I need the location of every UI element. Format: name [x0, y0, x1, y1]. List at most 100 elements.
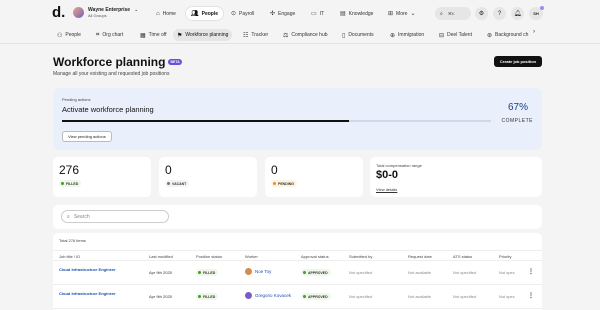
nav-it[interactable]: ▭ IT	[306, 7, 329, 20]
vacant-card[interactable]: 0 VACANT	[159, 157, 257, 197]
worker-link[interactable]: Gregorio Kovacek	[245, 292, 291, 299]
view-details-link[interactable]: View details	[376, 187, 397, 192]
nav-label: Knowledge	[348, 10, 374, 17]
search-icon: ⌕	[440, 10, 443, 17]
nav-more[interactable]: ⊞ More ⌄	[383, 7, 420, 20]
worker-link[interactable]: Noe Toy	[245, 268, 271, 275]
column-header[interactable]: Priority	[499, 254, 511, 259]
nav-label: IT	[319, 10, 325, 17]
column-header[interactable]: Position status	[196, 254, 222, 259]
nav-home[interactable]: ⌂ Home	[151, 7, 181, 20]
tab-label: Deel Talent	[447, 32, 472, 38]
book-icon: ▤	[340, 11, 346, 17]
tab-immigration[interactable]: ⊕ Immigration	[386, 29, 428, 41]
status-dot	[198, 295, 201, 298]
position-status-badge: FILLED	[196, 269, 219, 276]
tab-label: People	[65, 32, 81, 38]
column-header[interactable]: Worker	[245, 254, 258, 259]
top-navigation: d. Wayne Enterprise All Groups ⌄ ⌂ Home …	[0, 0, 600, 27]
create-job-position-button[interactable]: Create job position	[494, 56, 542, 67]
tab-org-chart[interactable]: ⌗ Org chart	[92, 29, 127, 41]
help-icon: ?	[497, 10, 502, 17]
nav-label: People	[201, 10, 219, 17]
progress-fill	[62, 120, 350, 122]
settings-button[interactable]: ⚙	[475, 7, 488, 20]
status-dot	[61, 182, 64, 185]
job-title-link[interactable]: Cloud Infrastructure Engineer	[59, 267, 116, 272]
total-items: Total 276 items	[59, 238, 86, 243]
pending-card[interactable]: 0 PENDING	[265, 157, 363, 197]
tab-documents[interactable]: ▯ Documents	[338, 29, 378, 41]
tab-workforce-planning[interactable]: ⚑ Workforce planning	[173, 29, 233, 41]
notifications-button[interactable]: 🔔︎	[511, 7, 524, 20]
table-header: Job title / ID Last modified Position st…	[53, 250, 542, 261]
search-icon: ⌕	[67, 213, 70, 220]
progress-percent: 67%	[507, 102, 528, 113]
tab-background-checks[interactable]: ⊛ Background ch	[483, 29, 531, 41]
tab-deel-talent[interactable]: ⊟ Deel Talent	[435, 29, 476, 41]
status-dot	[303, 271, 306, 274]
table-row[interactable]: Cloud Infrastructure Engineer Apr 9th 20…	[53, 261, 542, 285]
last-modified: Apr 9th 2025	[149, 270, 172, 275]
more-actions-icon[interactable]: ⋮	[528, 292, 534, 299]
approval-status-badge: APPROVED	[301, 269, 331, 276]
table-row[interactable]: Cloud Infrastructure Engineer Apr 9th 20…	[53, 285, 542, 309]
global-search-button[interactable]: ⌕ ⌘K	[435, 7, 471, 20]
pending-actions-label: Pending actions	[62, 97, 91, 102]
background-check-icon: ⊛	[487, 32, 493, 39]
chevron-right-icon[interactable]: ›	[533, 29, 535, 35]
workforce-icon: ⚑	[177, 32, 183, 39]
tab-label: Org chart	[102, 32, 124, 38]
deel-logo[interactable]: d.	[52, 5, 66, 20]
nav-payroll[interactable]: ⊙ Payroll	[226, 7, 259, 20]
help-button[interactable]: ?	[493, 7, 506, 20]
badge-label: FILLED	[66, 181, 79, 186]
tab-label: Workforce planning	[185, 32, 229, 38]
tab-tracker[interactable]: ☷ Tracker	[239, 29, 272, 41]
column-header[interactable]: Approval status	[301, 254, 329, 259]
page-title-text: Workforce planning	[53, 55, 166, 69]
page-subtitle: Manage all your existing and requested j…	[53, 71, 170, 77]
people-icon: 👥︎	[191, 11, 199, 17]
nav-people[interactable]: 👥︎ People	[186, 7, 224, 20]
column-header[interactable]: Request date	[408, 254, 432, 259]
column-header[interactable]: Job title / ID	[59, 254, 80, 259]
compensation-card: Total compensation range $0-0 View detai…	[370, 157, 542, 197]
column-header[interactable]: Submitted by	[349, 254, 372, 259]
user-avatar[interactable]: SH	[529, 6, 544, 20]
tab-compliance-hub[interactable]: ⚖ Compliance hub	[279, 29, 332, 41]
job-title-link[interactable]: Cloud Infrastructure Engineer	[59, 291, 116, 296]
ats-status: Not specified	[453, 294, 477, 299]
badge-label: FILLED	[203, 294, 216, 299]
pending-actions-banner: Pending actions Activate workforce plann…	[53, 88, 542, 150]
engage-icon: ✣	[270, 11, 276, 17]
tab-label: Documents	[348, 32, 374, 38]
chevron-down-icon: ⌄	[410, 11, 416, 17]
company-group: All Groups	[88, 13, 107, 18]
nav-engage[interactable]: ✣ Engage	[265, 7, 300, 20]
tab-time-off[interactable]: ▦ Time off	[136, 29, 170, 41]
badge-label: PENDING	[278, 181, 294, 186]
priority: Not spec	[499, 270, 515, 275]
page-title: Workforce planning BETA	[53, 55, 182, 69]
more-actions-icon[interactable]: ⋮	[528, 268, 534, 275]
column-header[interactable]: ATS status	[453, 254, 472, 259]
column-header[interactable]: Last modified	[149, 254, 173, 259]
status-dot	[167, 182, 170, 185]
filled-card[interactable]: 276 FILLED	[53, 157, 151, 197]
view-pending-actions-button[interactable]: View pending actions	[62, 131, 112, 142]
last-modified: Apr 9th 2025	[149, 294, 172, 299]
worker-avatar	[245, 292, 252, 299]
document-icon: ▯	[342, 32, 346, 39]
nav-knowledge[interactable]: ▤ Knowledge	[335, 7, 378, 20]
complete-label: COMPLETE	[501, 118, 533, 124]
ats-status: Not specified	[453, 270, 477, 275]
laptop-icon: ▭	[311, 11, 317, 17]
search-input[interactable]: ⌕ Search	[61, 210, 169, 223]
people-subnav: ⚇ People ⌗ Org chart ▦ Time off ⚑ Workforce …	[0, 27, 600, 44]
talent-icon: ⊟	[439, 32, 445, 39]
status-dot	[198, 271, 201, 274]
tab-people[interactable]: ⚇ People	[53, 29, 85, 41]
company-switcher[interactable]: Wayne Enterprise All Groups ⌄	[73, 7, 138, 18]
nav-label: Home	[162, 10, 176, 17]
